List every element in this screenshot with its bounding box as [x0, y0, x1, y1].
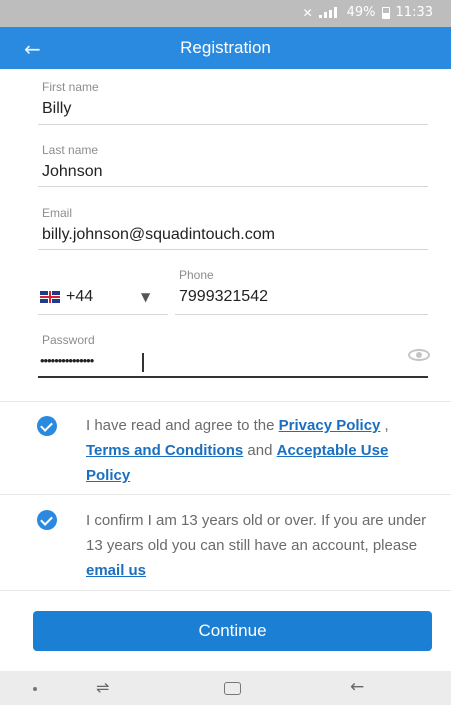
- divider: [0, 494, 451, 495]
- first-name-underline: [38, 124, 428, 125]
- clock: 11:33: [395, 5, 433, 20]
- uk-flag-icon[interactable]: [40, 291, 60, 303]
- phone-underline: [175, 314, 428, 315]
- last-name-label: Last name: [42, 143, 99, 157]
- terms-conditions-link[interactable]: Terms and Conditions: [86, 442, 243, 459]
- last-name-underline: [38, 186, 428, 187]
- home-icon[interactable]: [224, 682, 241, 695]
- email-field[interactable]: billy.johnson@squadintouch.com: [42, 226, 275, 244]
- country-code-select[interactable]: +44: [66, 288, 93, 306]
- email-us-link[interactable]: email us: [86, 562, 146, 579]
- terms-comma: ,: [380, 417, 389, 434]
- country-code-underline: [38, 314, 168, 315]
- nav-dot-icon[interactable]: [33, 687, 37, 691]
- back-icon[interactable]: ←: [350, 677, 364, 697]
- first-name-field[interactable]: Billy: [42, 100, 71, 118]
- age-consent-body: I confirm I am 13 years old or over. If …: [86, 512, 427, 554]
- terms-consent-text: I have read and agree to the Privacy Pol…: [86, 413, 426, 488]
- recent-apps-icon[interactable]: ⇌: [96, 678, 109, 697]
- password-underline: [38, 376, 428, 378]
- status-indicators: ✕ 49% 11:33: [303, 5, 433, 20]
- status-bar: ✕ 49% 11:33: [0, 0, 451, 27]
- email-label: Email: [42, 206, 73, 220]
- battery-percent: 49%: [346, 5, 376, 20]
- app-bar: ← Registration: [0, 27, 451, 69]
- phone-field[interactable]: 7999321542: [179, 288, 268, 306]
- system-nav-bar: ⇌ ←: [0, 671, 451, 705]
- age-consent-text: I confirm I am 13 years old or over. If …: [86, 508, 441, 583]
- password-label: Password: [42, 333, 95, 347]
- continue-button[interactable]: Continue: [33, 611, 432, 651]
- email-underline: [38, 249, 428, 250]
- password-field[interactable]: •••••••••••••••: [40, 353, 94, 368]
- divider: [0, 590, 451, 591]
- last-name-field[interactable]: Johnson: [42, 163, 103, 181]
- page-title: Registration: [180, 38, 271, 57]
- terms-checkbox[interactable]: [37, 416, 57, 436]
- battery-icon: [381, 6, 390, 19]
- divider: [0, 401, 451, 402]
- chevron-down-icon[interactable]: ▼: [141, 290, 150, 304]
- signal-icon: [318, 7, 341, 18]
- privacy-policy-link[interactable]: Privacy Policy: [279, 417, 381, 434]
- terms-prefix: I have read and agree to the: [86, 417, 279, 434]
- mute-icon: ✕: [302, 5, 313, 20]
- text-cursor: [142, 353, 144, 372]
- terms-and: and: [243, 442, 277, 459]
- age-checkbox[interactable]: [37, 510, 57, 530]
- first-name-label: First name: [42, 80, 99, 94]
- phone-label: Phone: [179, 268, 214, 282]
- eye-icon[interactable]: [408, 349, 430, 361]
